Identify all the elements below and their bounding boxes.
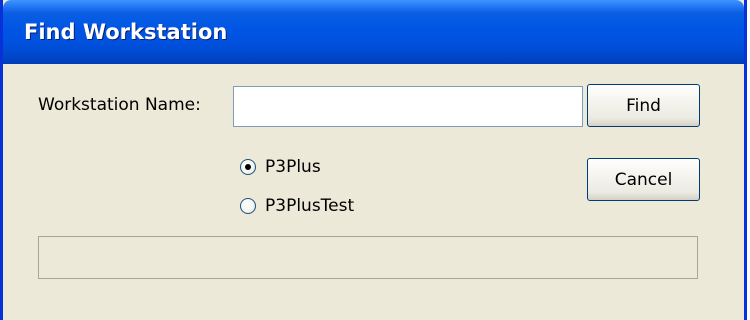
radio-p3plustest-label[interactable]: P3PlusTest [265, 196, 354, 216]
find-button[interactable]: Find [587, 84, 700, 127]
find-workstation-dialog: Find Workstation Workstation Name: Find … [0, 0, 747, 320]
radio-p3plustest[interactable]: P3PlusTest [240, 194, 354, 218]
radio-p3plus[interactable]: P3Plus [240, 155, 321, 179]
status-bar [38, 236, 698, 279]
radio-selected-dot [245, 164, 251, 170]
cancel-button[interactable]: Cancel [587, 158, 700, 201]
window-title: Find Workstation [24, 20, 228, 44]
workstation-name-input[interactable] [233, 86, 583, 127]
radio-p3plus-label[interactable]: P3Plus [265, 157, 321, 177]
workstation-name-label: Workstation Name: [38, 95, 201, 115]
title-bar[interactable]: Find Workstation [3, 0, 744, 64]
radio-circle-checked[interactable] [240, 159, 256, 175]
radio-circle-unchecked[interactable] [240, 198, 256, 214]
